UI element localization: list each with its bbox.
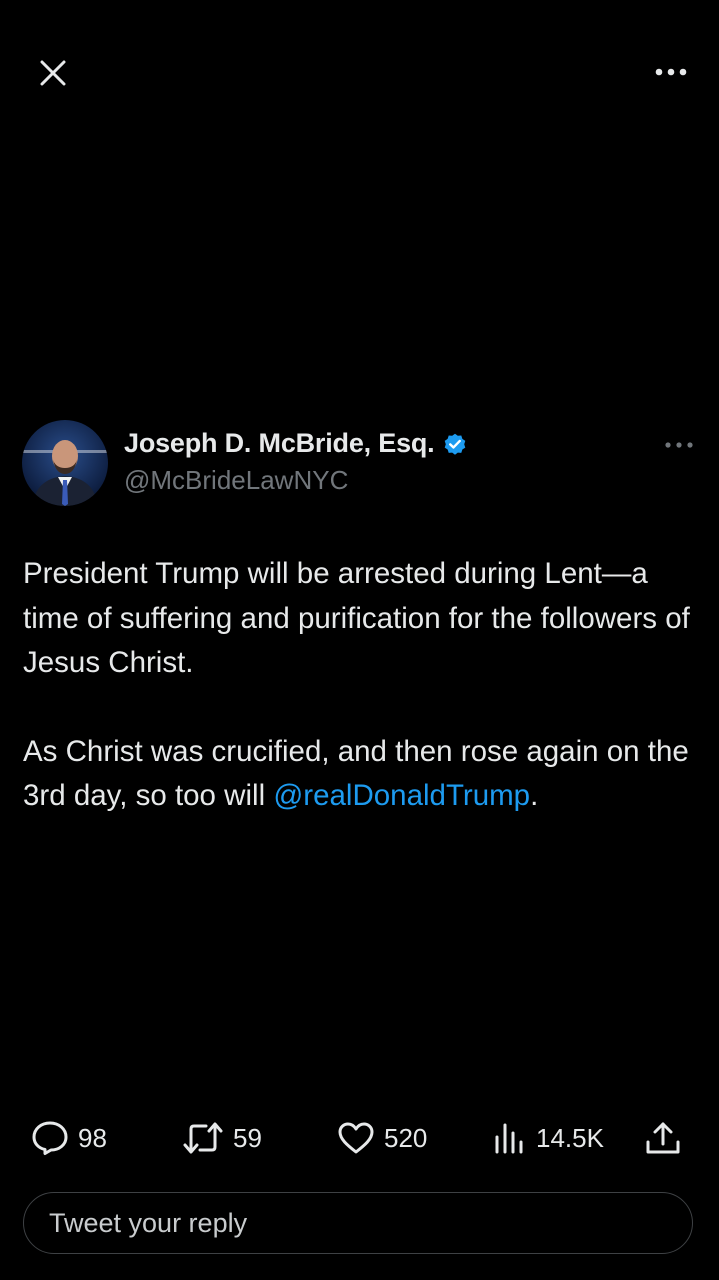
like-count: 520: [384, 1122, 428, 1153]
verified-badge-icon: [442, 431, 468, 457]
retweet-button[interactable]: 59: [182, 1112, 262, 1164]
tweet-actions: 98 59 520 14.5K: [0, 1112, 719, 1164]
author-handle[interactable]: @McBrideLawNYC: [124, 465, 348, 496]
share-button[interactable]: [645, 1112, 681, 1164]
like-icon: [338, 1122, 374, 1154]
author-name[interactable]: Joseph D. McBride, Esq.: [124, 428, 435, 459]
reply-button[interactable]: 98: [31, 1112, 107, 1164]
reply-count: 98: [78, 1122, 107, 1153]
tweet-paragraph-2: As Christ was crucified, and then rose a…: [23, 730, 693, 819]
tweet-paragraph-2-end: .: [530, 779, 539, 812]
close-button[interactable]: [30, 50, 76, 96]
retweet-icon: [183, 1122, 223, 1154]
tweet-author: Joseph D. McBride, Esq. @McBrideLawNYC: [22, 420, 697, 510]
retweet-count: 59: [233, 1122, 262, 1153]
share-icon: [646, 1122, 680, 1154]
more-horizontal-icon: [665, 442, 693, 448]
views-count: 14.5K: [536, 1122, 604, 1153]
reply-box[interactable]: [23, 1192, 693, 1254]
top-bar: [0, 0, 719, 140]
more-options-button[interactable]: [649, 52, 693, 92]
reply-input[interactable]: [47, 1206, 651, 1240]
tweet-text: President Trump will be arrested during …: [23, 552, 693, 819]
like-button[interactable]: 520: [337, 1112, 427, 1164]
author-name-row: Joseph D. McBride, Esq.: [124, 428, 468, 459]
reply-icon: [32, 1121, 68, 1155]
tweet-more-button[interactable]: [661, 430, 697, 460]
avatar[interactable]: [22, 420, 108, 506]
views-button[interactable]: 14.5K: [493, 1112, 604, 1164]
close-icon: [40, 60, 66, 86]
mention-link[interactable]: @realDonaldTrump: [273, 779, 530, 812]
tweet-paragraph-1: President Trump will be arrested during …: [23, 557, 690, 679]
views-icon: [495, 1123, 523, 1154]
more-horizontal-icon: [655, 68, 687, 76]
